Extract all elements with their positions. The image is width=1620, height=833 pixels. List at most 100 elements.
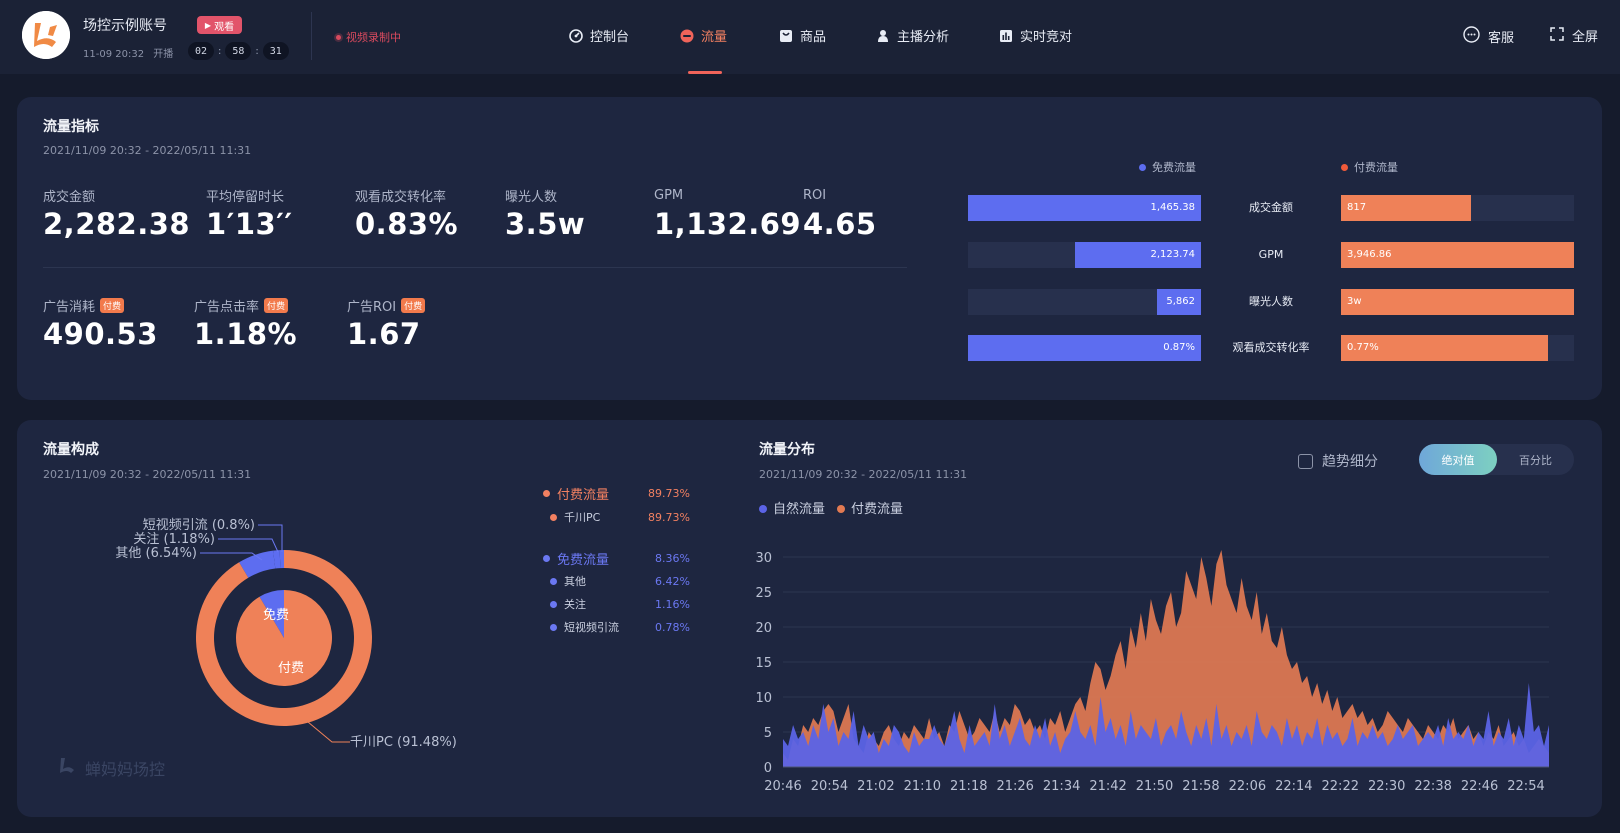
paid-bar-track: 3w	[1341, 289, 1574, 315]
legend-label: 千川PC	[564, 511, 601, 524]
x-tick-label: 21:50	[1136, 779, 1173, 794]
legend-label: 短视频引流	[564, 621, 619, 634]
trend-breakdown-checkbox[interactable]: 趋势细分	[1298, 451, 1378, 471]
free-bar-track: 1,465.38	[968, 195, 1201, 221]
trend-breakdown-label: 趋势细分	[1322, 454, 1378, 470]
legend-dot-icon	[543, 490, 550, 497]
comparison-row: 2,123.74 GPM 3,946.86	[968, 242, 1575, 268]
value-mode-toggle: 绝对值 百分比	[1419, 444, 1574, 475]
donut-outer-label: 其他 (6.54%)	[115, 546, 197, 561]
legend-percent: 8.36%	[655, 552, 690, 565]
fullscreen-label: 全屏	[1572, 30, 1599, 45]
composition-legend-item[interactable]: 短视频引流 0.78%	[550, 619, 690, 635]
free-bar-value: 0.87%	[1163, 342, 1195, 353]
legend-label: 免费流量	[557, 553, 610, 568]
legend-label: 关注	[564, 598, 586, 611]
legend-label: 付费流量	[1354, 161, 1398, 174]
donut-leader-line	[218, 538, 279, 553]
composition-legend-item[interactable]: 免费流量 8.36%	[543, 549, 690, 568]
comparison-row: 5,862 曝光人数 3w	[968, 289, 1575, 315]
y-tick-label: 10	[755, 691, 772, 706]
free-bar-value: 2,123.74	[1150, 249, 1195, 260]
watermark: 蝉妈妈场控	[57, 755, 165, 781]
watermark-text: 蝉妈妈场控	[85, 760, 166, 779]
metric-value: 4.65	[803, 207, 877, 241]
paid-bar-value: 3,946.86	[1347, 249, 1392, 260]
fullscreen-icon	[1550, 26, 1564, 45]
nav-label: 实时竞对	[1020, 30, 1073, 45]
x-tick-label: 22:30	[1368, 779, 1405, 794]
paid-bar-track: 817	[1341, 195, 1574, 221]
nav-label: 主播分析	[897, 30, 950, 45]
legend-dot-icon	[759, 505, 767, 513]
legend-percent: 89.73%	[648, 510, 690, 524]
paid-bar-value: 0.77%	[1347, 342, 1379, 353]
composition-legend-item[interactable]: 付费流量 89.73%	[543, 484, 690, 503]
segment-percentage[interactable]: 百分比	[1497, 444, 1574, 475]
nav-item-realtime-compete[interactable]: 实时竞对	[999, 26, 1072, 45]
y-tick-label: 15	[755, 656, 772, 671]
donut-leader-line	[307, 721, 350, 743]
paid-bar-track: 3,946.86	[1341, 242, 1574, 268]
traffic-distribution-date-range: 2021/11/09 20:32 - 2022/05/11 11:31	[759, 468, 968, 481]
x-tick-label: 21:18	[950, 779, 987, 794]
y-tick-label: 25	[755, 586, 772, 601]
customer-service-label: 客服	[1488, 31, 1515, 46]
segment-absolute[interactable]: 绝对值	[1419, 444, 1497, 475]
legend-paid-traffic-series[interactable]: 付费流量	[837, 498, 903, 517]
comparison-label: 成交金额	[1249, 201, 1293, 214]
legend-percent: 1.16%	[655, 597, 690, 611]
comparison-label: GPM	[1258, 248, 1284, 261]
traffic-distribution-chart: 0 5 10 15 20 25 30 20:46 20:54 21:02 21:10 21:18 21:…	[755, 550, 1549, 794]
donut-inner-label: 免费	[263, 608, 289, 623]
legend-label: 自然流量	[773, 502, 826, 517]
x-tick-label: 22:54	[1507, 779, 1544, 794]
x-tick-label: 21:10	[904, 779, 941, 794]
free-bar-track: 2,123.74	[968, 242, 1201, 268]
comparison-row: 0.87% 观看成交转化率 0.77%	[968, 335, 1575, 361]
y-tick-label: 30	[755, 551, 772, 566]
legend-percent: 89.73%	[648, 487, 690, 500]
x-tick-label: 22:38	[1414, 779, 1451, 794]
legend-percent: 0.78%	[655, 620, 690, 634]
free-bar-track: 0.87%	[968, 335, 1201, 361]
x-tick-label: 22:46	[1461, 779, 1498, 794]
paid-bar[interactable]	[1341, 289, 1574, 315]
x-tick-label: 21:34	[1043, 779, 1080, 794]
legend-percent: 6.42%	[655, 574, 690, 588]
chat-icon	[1463, 26, 1480, 47]
legend-free-traffic: 免费流量	[1139, 159, 1196, 175]
x-tick-label: 20:54	[811, 779, 848, 794]
donut-outer-label: 短视频引流 (0.8%)	[143, 518, 255, 533]
nav-label: 商品	[800, 30, 827, 45]
goods-icon	[779, 29, 793, 43]
x-tick-label: 22:14	[1275, 779, 1312, 794]
paid-bar-track: 0.77%	[1341, 335, 1574, 361]
fullscreen-button[interactable]: 全屏	[1550, 26, 1598, 45]
legend-paid-traffic: 付费流量	[1341, 159, 1398, 175]
nav-item-goods[interactable]: 商品	[779, 26, 826, 45]
composition-legend-item[interactable]: 其他 6.42%	[550, 573, 690, 589]
y-tick-label: 5	[764, 726, 772, 741]
composition-legend-item[interactable]: 千川PC 89.73%	[550, 509, 690, 525]
legend-label: 免费流量	[1152, 161, 1196, 174]
paid-bar-value: 3w	[1347, 296, 1362, 307]
x-tick-label: 22:06	[1229, 779, 1266, 794]
comparison-row: 1,465.38 成交金额 817	[968, 195, 1575, 221]
legend-natural-traffic[interactable]: 自然流量	[759, 498, 825, 517]
x-tick-label: 21:58	[1182, 779, 1219, 794]
legend-dot-icon	[837, 505, 846, 513]
metric-label: ROI	[803, 187, 827, 203]
composition-legend-item[interactable]: 关注 1.16%	[550, 596, 690, 612]
customer-service-button[interactable]: 客服	[1463, 26, 1514, 47]
x-tick-label: 22:22	[1322, 779, 1359, 794]
traffic-distribution-title: 流量分布	[759, 442, 815, 458]
legend-label: 付费流量	[557, 488, 610, 503]
comparison-label: 观看成交转化率	[1232, 341, 1310, 354]
legend-dot-icon	[550, 513, 557, 521]
legend-dot-icon	[550, 623, 557, 631]
y-tick-label: 20	[755, 621, 772, 636]
legend-dot-icon	[1341, 163, 1348, 171]
nav-item-anchor-analysis[interactable]: 主播分析	[876, 26, 949, 45]
traffic-composition-donut: 免费付费 短视频引流 (0.8%)关注 (1.18%)其他 (6.54%) 千川PC…	[115, 518, 456, 750]
